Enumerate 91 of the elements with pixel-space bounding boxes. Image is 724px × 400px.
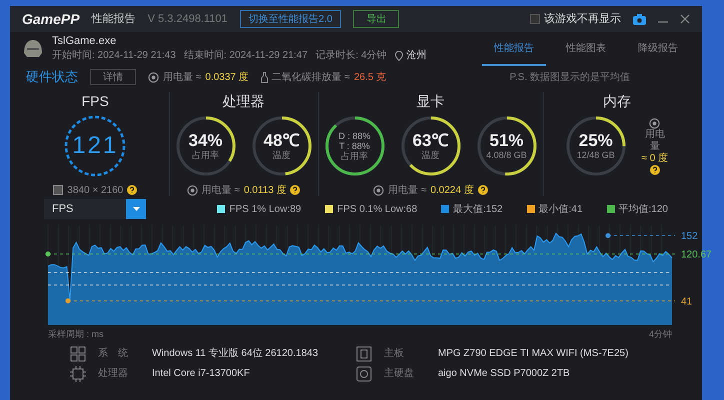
gpu-usage-line: T : 88% — [339, 140, 370, 150]
start-time: 开始时间: 2024-11-29 21:43 — [52, 48, 176, 63]
panel-title: 显卡 — [416, 92, 444, 110]
camera-icon[interactable] — [633, 14, 646, 24]
gauge-ring — [474, 114, 538, 178]
x-axis-label: 采样周期 : ms — [48, 328, 104, 341]
app-logo: GamePP — [22, 10, 80, 28]
power-value: 0.0113 度 — [244, 184, 286, 198]
close-icon[interactable] — [680, 14, 690, 24]
legend-label: 平均值:120 — [618, 202, 668, 216]
gauge-caption: 占用率 — [341, 150, 368, 162]
gauge-ring — [564, 114, 628, 178]
report-tab[interactable]: 降级报告 — [626, 32, 690, 66]
details-button[interactable]: 详情 — [90, 69, 136, 85]
power-value: 0.0337 度 — [205, 70, 249, 84]
switch-report-button[interactable]: 切换至性能报告2.0 — [240, 10, 342, 28]
fps-dial — [63, 114, 128, 178]
power-value: 0.0224 度 — [430, 184, 474, 198]
legend-label: 最大值:152 — [453, 202, 503, 216]
gauge-caption: 温度 — [272, 150, 290, 161]
gauge-value: 34% — [188, 131, 223, 150]
monitor-icon — [53, 185, 64, 195]
legend-label: FPS 0.1% Low:68 — [337, 202, 418, 216]
location-pin-icon — [394, 50, 403, 60]
marker-label: 41 — [681, 296, 692, 308]
marker-label: 152 — [681, 231, 698, 242]
x-axis-end-label: 4分钟 — [648, 328, 672, 341]
helmet-icon — [22, 39, 44, 59]
gauge-caption: 占用率 — [192, 150, 219, 161]
note-text: P.S. 数据图显示的是平均值 — [510, 70, 630, 84]
help-icon[interactable] — [127, 185, 138, 195]
power-label: 用电量 ≈ — [202, 184, 240, 198]
chip-icon — [70, 366, 86, 382]
gauge-ring — [174, 114, 238, 178]
motherboard-icon — [356, 346, 372, 362]
gauge-ring — [322, 114, 386, 178]
spec-label: 处理器 — [98, 366, 129, 381]
panel-title: 处理器 — [222, 92, 264, 110]
co2-label: 二氧化碳排放量 ≈ — [272, 70, 350, 84]
game-name: TslGame.exe — [52, 35, 118, 48]
dont-show-label: 该游戏不再显示 — [544, 12, 621, 27]
report-tab[interactable]: 性能图表 — [554, 32, 618, 66]
help-icon[interactable] — [290, 185, 300, 195]
fps-value: 121 — [72, 134, 118, 158]
gauge-value: 48℃ — [264, 131, 300, 150]
power-icon — [649, 118, 660, 128]
spec-value: MPG Z790 EDGE TI MAX WIFI (MS-7E25) — [438, 347, 628, 361]
gauge-caption: 温度 — [422, 150, 440, 161]
spec-value: Windows 11 专业版 64位 26120.1843 — [152, 346, 318, 361]
end-time: 结束时间: 2024-11-29 21:47 — [184, 48, 308, 63]
dropdown-caret-icon — [132, 207, 140, 211]
panel-title: FPS — [82, 92, 109, 110]
spec-value: aigo NVMe SSD P7000Z 2TB — [438, 367, 570, 381]
section-title: 硬件状态 — [26, 68, 78, 86]
gauge-caption: 4.08/8 GB — [486, 150, 527, 161]
power-value: ≈ 0 度 — [641, 152, 668, 164]
report-tab[interactable]: 性能报告 — [482, 32, 546, 66]
power-icon — [186, 184, 198, 196]
panel-title: 内存 — [602, 92, 631, 110]
power-icon — [148, 72, 159, 82]
power-icon — [373, 184, 384, 196]
help-icon[interactable] — [478, 185, 488, 195]
legend-label: 最小值:41 — [538, 202, 583, 216]
gpu-usage-line: D : 88% — [338, 130, 370, 140]
spec-value: Intel Core i7-13700KF — [152, 367, 250, 381]
gauge-value: 51% — [489, 131, 524, 150]
window-title: 性能报告 — [92, 12, 136, 27]
power-label: 用电量 ≈ — [388, 184, 426, 198]
legend-label: FPS 1% Low:89 — [229, 202, 302, 216]
metric-select[interactable]: FPS — [44, 199, 146, 219]
gauge-ring — [398, 114, 462, 178]
windows-icon — [70, 346, 86, 362]
hard-drive-icon — [356, 366, 372, 382]
spec-label: 主板 — [384, 346, 405, 361]
spec-label: 系 统 — [98, 346, 129, 361]
bottle-icon — [260, 72, 268, 82]
export-button[interactable]: 导出 — [353, 10, 400, 28]
power-label: 用电量 ≈ — [163, 70, 202, 84]
dont-show-checkbox[interactable] — [530, 14, 540, 24]
resolution-text: 3840 × 2160 — [67, 184, 124, 198]
power-label: 用电量 — [644, 128, 666, 152]
gauge-caption: 12/48 GB — [576, 150, 615, 161]
duration-text: 记录时长: 4分钟 — [316, 48, 387, 63]
gauge-value: 63℃ — [412, 131, 448, 150]
co2-value: 26.5 克 — [354, 70, 386, 84]
location-text: 沧州 — [406, 48, 427, 63]
help-icon[interactable] — [650, 164, 660, 174]
gauge-ring — [250, 114, 314, 178]
spec-label: 主硬盘 — [384, 366, 415, 381]
gauge-value: 25% — [578, 131, 613, 150]
version-text: V 5.3.2498.1101 — [148, 12, 228, 27]
